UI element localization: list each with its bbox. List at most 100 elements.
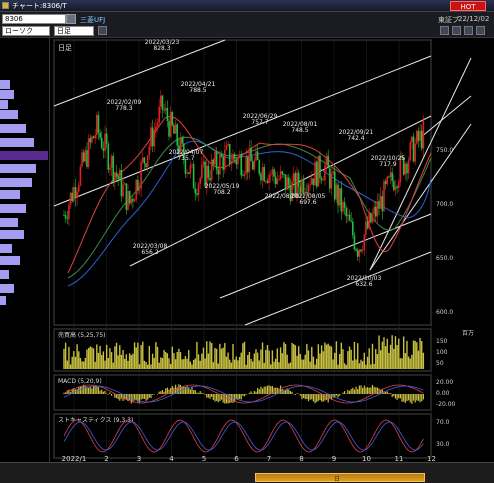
macd-hist-bar [398,394,400,399]
candle-body [271,169,274,175]
candle-body [340,188,343,212]
macd-hist-bar [266,385,269,394]
volume-bar [151,353,154,369]
profile-bar [0,80,10,89]
candle-body [383,181,385,212]
volume-bar [401,358,403,369]
candle-body [253,160,256,170]
candle-body [148,146,151,156]
candle-body [96,115,98,136]
macd-tick-label: 0.00 [436,390,450,397]
candle-body [133,199,136,202]
volume-bar [230,362,233,369]
macd-hist-bar [407,394,410,401]
volume-bar [181,359,183,369]
macd-hist-bar [206,394,208,398]
volume-bar [265,349,267,369]
volume-bar [283,342,285,369]
macd-hist-bar [296,393,298,394]
volume-bar [137,342,139,369]
macd-hist-bar [370,387,372,394]
zoom-out-icon[interactable] [452,26,461,35]
volume-bar [394,336,397,369]
settings-icon[interactable] [98,26,107,35]
scroll-label: 日 [334,476,341,483]
candle-body [235,159,238,165]
volume-tick-label: 150 [436,338,448,345]
macd-hist-bar [404,394,406,403]
volume-bar [330,346,333,369]
volume-bar [91,347,93,369]
scrollbar-thumb[interactable]: 日 [255,473,425,483]
period-select[interactable]: 日足 [54,26,94,36]
volume-bar [114,346,116,369]
macd-hist-bar [388,393,390,394]
volume-bar [176,351,178,369]
volume-bar [71,356,73,369]
hot-button[interactable]: HOT [450,1,486,11]
volume-bar [271,350,274,369]
candle-body [324,164,326,180]
chart-area[interactable]: 日足 2022/03/23 828.3 2022/04/21 788.5 2022/02… [2,38,494,463]
candle-body [143,157,146,164]
volume-bar [117,355,119,369]
macd-hist-bar [309,394,311,400]
volume-bar [138,364,141,369]
volume-bar [334,352,336,369]
date-label: 22/12/02 [458,15,490,23]
code-input[interactable]: 8306 [2,14,66,24]
search-button[interactable] [66,14,76,24]
macd-hist-bar [317,394,319,401]
candle-body [255,151,257,161]
macd-hist-bar [143,394,146,399]
candle-body [168,120,170,137]
macd-hist-bar [343,391,346,394]
candle-body [368,212,371,229]
candle-body [269,174,272,176]
candle-body [320,178,323,181]
candle-body [312,178,315,186]
macd-hist-bar [96,386,98,394]
macd-hist-bar [166,387,168,394]
volume-bar [64,342,67,369]
volume-bar [224,343,226,369]
volume-label: 売買高 (5,25,75) [58,331,106,339]
volume-bar [396,345,398,369]
volume-bar [166,353,169,369]
candle-body [245,156,247,174]
volume-bar [291,342,293,369]
macd-hist-bar [109,392,111,394]
print-icon[interactable] [464,26,473,35]
volume-bar [127,360,129,369]
volume-bar [301,359,303,369]
volume-bar [86,349,88,369]
macd-hist-bar [357,389,359,394]
volume-bar [370,364,372,369]
candle-body [174,124,177,134]
candle-body [181,137,183,144]
candle-body [260,173,262,181]
macd-hist-bar [355,386,357,394]
volume-bar [84,357,87,369]
candle-body [186,172,188,174]
close-icon[interactable] [476,26,485,35]
candle-body [87,138,90,167]
stock-name: 三菱UFJ [80,16,106,24]
candle-body [127,190,129,210]
candle-body [386,176,389,184]
candle-body [197,183,200,195]
macd-hist-bar [184,387,187,394]
candle-body [302,179,305,194]
stock-chart[interactable]: 日足 2022/03/23828.32022/04/21788.52022/02… [2,38,494,463]
macd-hist-bar [94,385,96,394]
volume-bar [319,353,321,369]
chart-type-select[interactable]: ローソク [2,26,50,36]
candle-body [91,136,93,143]
zoom-in-icon[interactable] [440,26,449,35]
volume-bar [135,347,137,369]
candle-body [215,151,218,170]
macd-hist-bar [358,385,360,394]
macd-hist-bar [270,386,272,394]
macd-hist-bar [399,394,401,399]
volume-bar [289,362,292,369]
